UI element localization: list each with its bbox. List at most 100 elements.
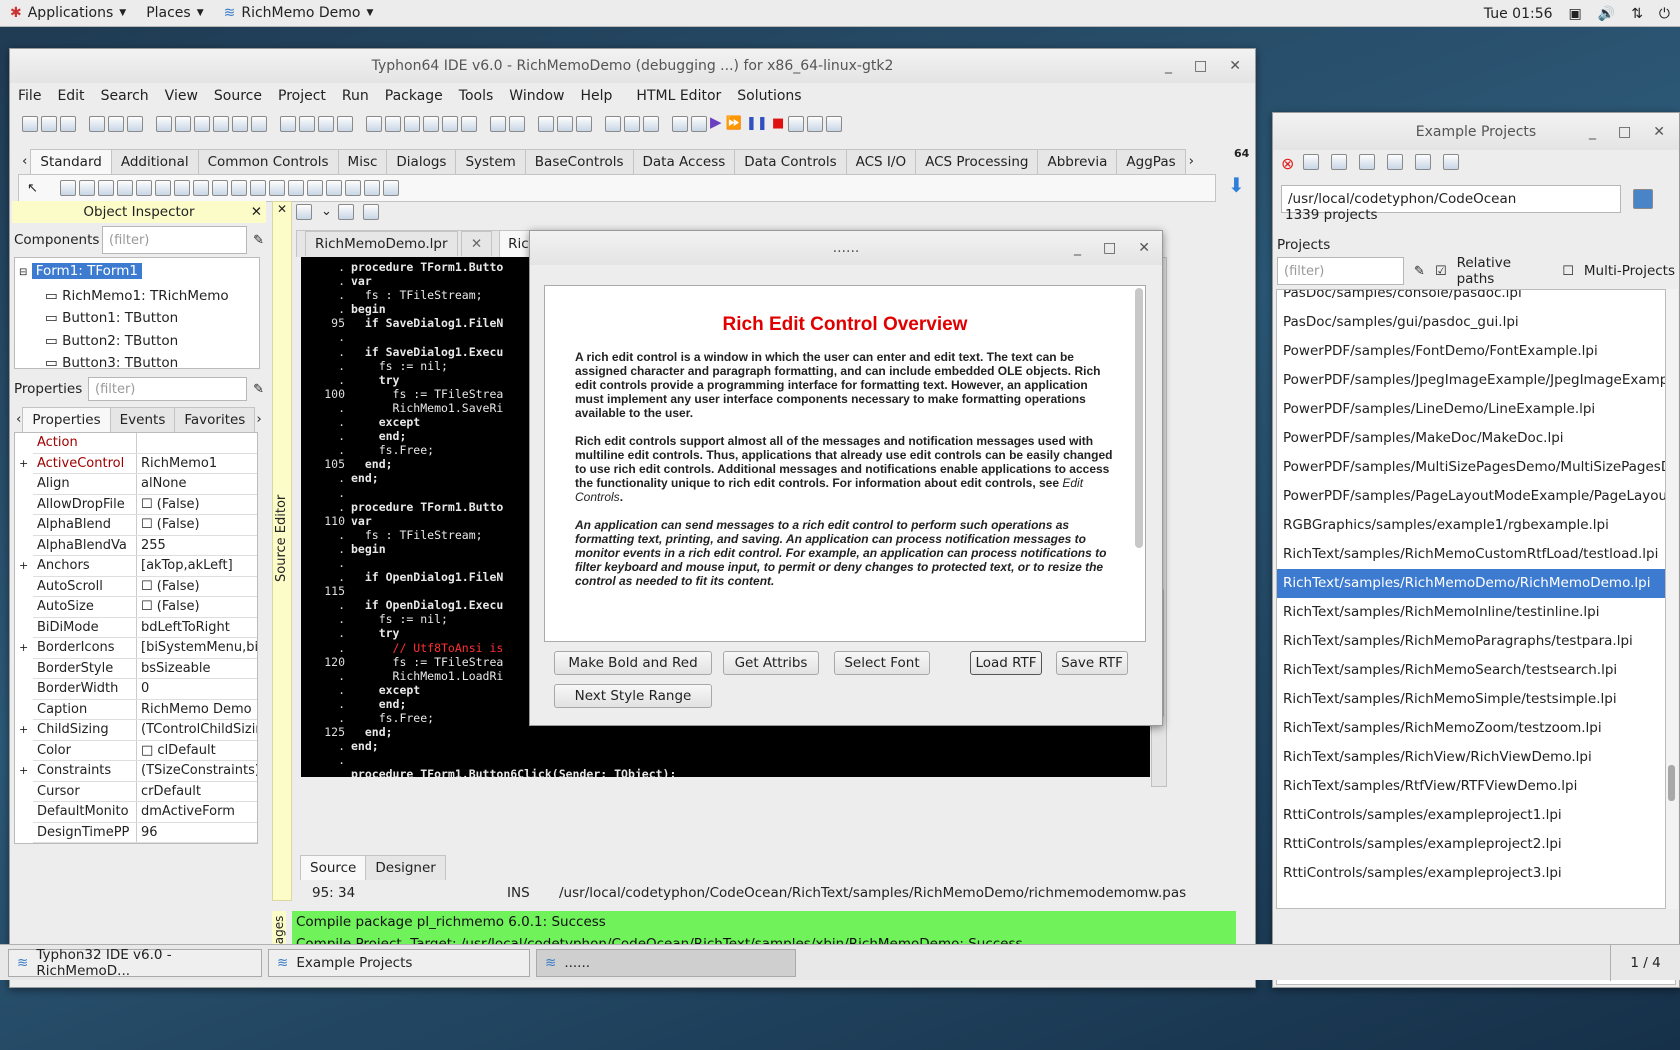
property-row[interactable]: + Constraints (TSizeConstraints) [19, 761, 257, 782]
delete-icon[interactable] [1387, 154, 1404, 170]
expand-icon[interactable]: + [19, 638, 28, 658]
close-icon[interactable]: ✕ [273, 202, 291, 216]
property-row[interactable]: +BorderIcons [biSystemMenu,biMir [19, 638, 257, 659]
tab-system[interactable]: System [455, 149, 526, 174]
close-circle-icon[interactable]: ⊗ [1281, 154, 1294, 176]
property-value[interactable]: bsSizeable [137, 659, 257, 679]
close-icon[interactable]: ✕ [1653, 124, 1665, 140]
project-item[interactable]: PasDoc/samples/gui/pasdoc_gui.lpi [1277, 308, 1665, 337]
save-icon[interactable] [299, 115, 315, 132]
property-value[interactable]: ☐ (False) [137, 515, 257, 535]
project-item[interactable]: PowerPDF/samples/MakeDoc/MakeDoc.lpi [1277, 424, 1665, 453]
menu-edit[interactable]: Edit [49, 88, 92, 104]
dialog-titlebar[interactable]: ...... _ □ ✕ [530, 231, 1162, 265]
button-icon[interactable] [97, 180, 114, 196]
maximize-icon[interactable]: □ [1194, 58, 1207, 74]
property-value[interactable]: □ clDefault [137, 741, 257, 761]
scroll-right-icon[interactable]: › [1185, 149, 1198, 174]
pause-icon[interactable]: ❚❚ [746, 116, 768, 131]
project-item[interactable]: RichText/samples/RichMemoDemo/RichMemoDe… [1277, 569, 1665, 598]
tab-standard[interactable]: Standard [30, 149, 112, 174]
memo-scrollbar[interactable] [1135, 288, 1143, 548]
get-attribs-button[interactable]: Get Attribs [723, 651, 819, 675]
checkbox-icon[interactable]: ☐ [141, 497, 157, 512]
property-row[interactable]: DesignTimePP 96 [33, 822, 257, 843]
task-richmemo[interactable]: ≋...... [536, 949, 796, 977]
refresh-icon[interactable] [1303, 154, 1320, 170]
frame-icon[interactable] [363, 180, 380, 196]
compile-icon[interactable] [509, 115, 525, 132]
window-icon[interactable]: ▣ [1569, 6, 1582, 22]
task-typhon-ide[interactable]: ≋ Typhon32 IDE v6.0 - RichMemoD... [8, 947, 262, 979]
save-all-icon[interactable] [318, 115, 334, 132]
property-row[interactable]: Action [33, 433, 257, 454]
gears-icon[interactable] [691, 115, 707, 132]
property-row[interactable]: Color □ clDefault [33, 740, 257, 761]
menu-solutions[interactable]: Solutions [729, 88, 809, 104]
project-item[interactable]: PowerPDF/samples/FontDemo/FontExample.lp… [1277, 337, 1665, 366]
power-icon[interactable]: ⏻ [1659, 6, 1670, 22]
menu-help[interactable]: Help [573, 88, 621, 104]
toggle-icon[interactable] [461, 115, 477, 132]
menu-view[interactable]: View [157, 88, 206, 104]
filter-clear-icon[interactable]: ✎ [1414, 264, 1425, 279]
layout-icon[interactable] [605, 115, 621, 132]
property-value[interactable]: 0 [137, 679, 257, 699]
close-icon[interactable]: ✕ [1229, 58, 1241, 74]
open-icon[interactable] [89, 115, 105, 132]
expand-icon[interactable]: + [19, 454, 28, 474]
project-item[interactable]: PowerPDF/samples/PageLayoutModeExample/P… [1277, 482, 1665, 511]
property-value[interactable]: crDefault [137, 782, 257, 802]
close-icon[interactable]: ✕ [460, 231, 493, 256]
menu-search[interactable]: Search [93, 88, 157, 104]
chevron-down-icon[interactable]: ⌄ [321, 204, 332, 220]
property-row[interactable]: AutoSize ☐ (False) [33, 597, 257, 618]
listbox-icon[interactable] [230, 180, 247, 196]
run-icon[interactable]: ▶ [710, 113, 722, 131]
clock[interactable]: Tue 01:56 [1484, 6, 1553, 22]
task-example-projects[interactable]: ≋ Example Projects [268, 949, 530, 977]
filter-clear-icon[interactable]: ✎ [253, 382, 264, 397]
property-value[interactable]: dmActiveForm [137, 802, 257, 822]
project-item[interactable]: RichText/samples/RichMemoSearch/testsear… [1277, 656, 1665, 685]
maximize-icon[interactable]: □ [1618, 124, 1631, 140]
tab-favorites[interactable]: Favorites [174, 407, 256, 432]
property-value[interactable] [137, 433, 257, 453]
property-row[interactable]: BorderStyle bsSizeable [33, 658, 257, 679]
scroll-left-icon[interactable]: ‹ [18, 149, 31, 174]
combobox-icon[interactable] [249, 180, 266, 196]
property-row[interactable]: + ActiveControl RichMemo1 [19, 453, 257, 474]
project-item[interactable]: RichText/samples/RichMemoZoom/testzoom.l… [1277, 714, 1665, 743]
message-line[interactable]: Compile package pl_richmemo 6.0.1: Succe… [292, 911, 1236, 933]
minimize-icon[interactable]: _ [1074, 240, 1081, 256]
tab-data-access[interactable]: Data Access [632, 149, 736, 174]
tab-source[interactable]: Source [300, 855, 367, 880]
menu-file[interactable]: File [10, 88, 49, 104]
package-icon[interactable] [156, 115, 172, 132]
tab-richmemodemo-lpr[interactable]: RichMemoDemo.lpr ✕ [296, 230, 501, 257]
minimize-icon[interactable]: _ [1589, 124, 1596, 140]
property-value[interactable]: 96 [137, 823, 257, 843]
tree-item[interactable]: ▭ Button2: TButton [19, 330, 255, 353]
actionlist-icon[interactable] [382, 180, 399, 196]
make-bold-red-button[interactable]: Make Bold and Red [554, 651, 712, 675]
tree-item-form1[interactable]: ⊟ Form1: TForm1 [19, 260, 255, 285]
projects-scrollbar[interactable] [1666, 289, 1678, 909]
active-app-menu[interactable]: ≋ RichMemo Demo ▼ [214, 0, 384, 27]
property-row[interactable]: Align alNone [33, 474, 257, 495]
package-open-icon[interactable] [175, 115, 191, 132]
view-units-icon[interactable] [280, 115, 296, 132]
popupmenu-icon[interactable] [78, 180, 95, 196]
debug-icon[interactable] [538, 115, 554, 132]
expand-icon[interactable]: ⊟ [19, 267, 27, 278]
project-item[interactable]: RichText/samples/RichMemoParagraphs/test… [1277, 627, 1665, 656]
project-item[interactable]: RttiControls/samples/exampleproject2.lpi [1277, 830, 1665, 859]
copy-project-icon[interactable] [1359, 154, 1376, 170]
property-value[interactable]: 255 [137, 536, 257, 556]
property-row[interactable]: BorderWidth 0 [33, 679, 257, 700]
watch-icon[interactable] [576, 115, 592, 132]
settings-icon[interactable] [1443, 154, 1460, 170]
property-row[interactable]: AlphaBlend ☐ (False) [33, 515, 257, 536]
property-value[interactable]: [akTop,akLeft] [137, 556, 257, 576]
step-icon[interactable]: ⏩ [726, 116, 742, 131]
